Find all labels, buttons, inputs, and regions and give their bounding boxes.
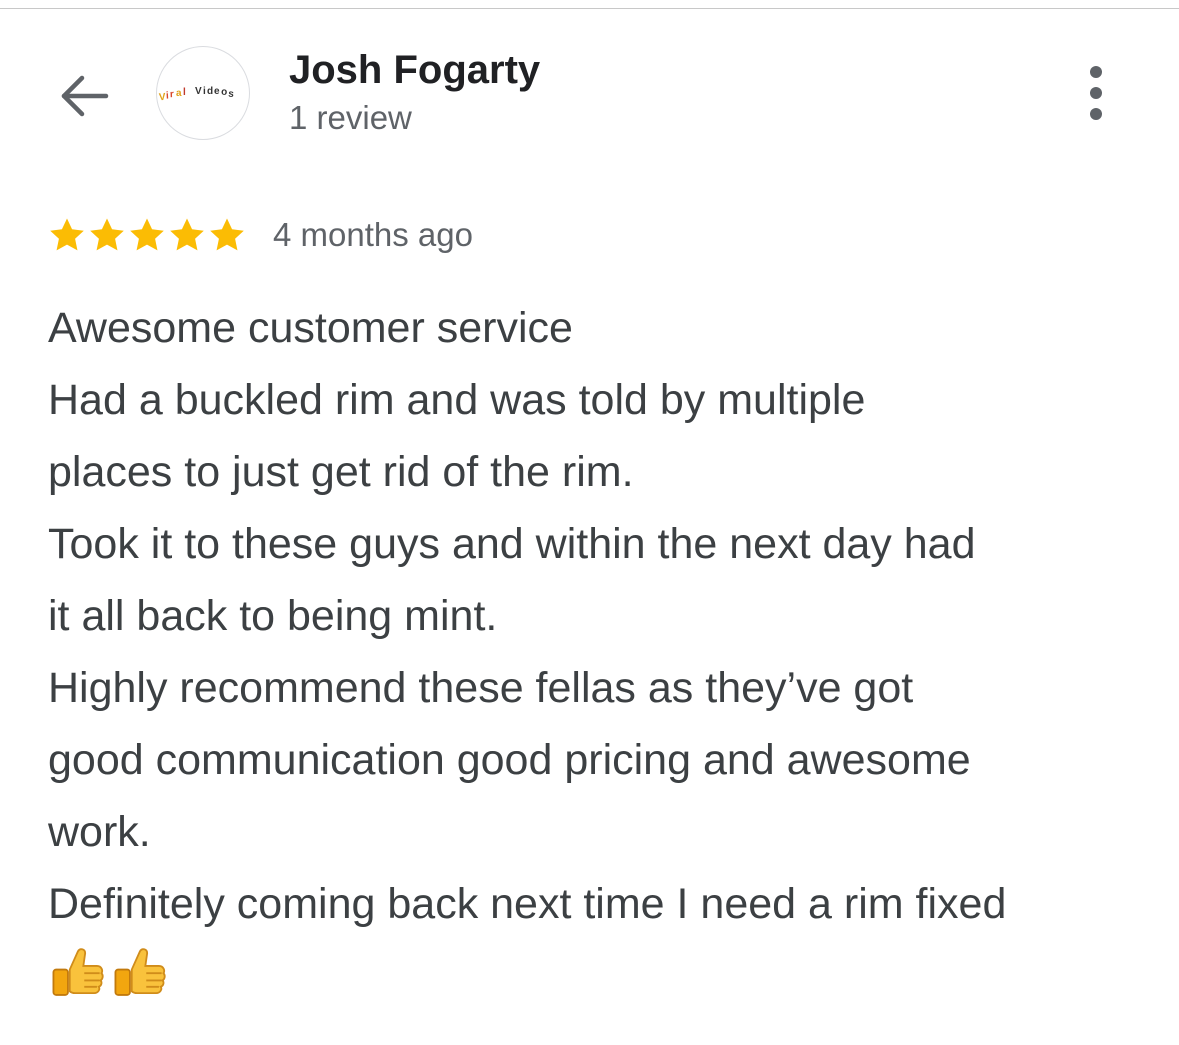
svg-text:a: a	[176, 88, 182, 99]
star-filled-icon	[170, 218, 204, 251]
review-line: Had a buckled rim and was told by multip…	[48, 376, 866, 424]
star-filled-icon	[130, 218, 164, 251]
thumbs-up-emoji	[52, 948, 104, 996]
svg-text:o: o	[221, 87, 228, 98]
star-filled-icon	[210, 218, 244, 251]
svg-text:i: i	[166, 90, 170, 101]
review-line: places to just get rid of the rim.	[48, 448, 634, 496]
reviewer-name[interactable]: Josh Fogarty	[289, 46, 540, 94]
svg-text:l: l	[183, 87, 186, 98]
avatar-logo-image: V i r a l V i d e o s	[159, 86, 235, 103]
star-filled-icon	[90, 218, 124, 251]
svg-text:e: e	[214, 86, 220, 97]
thumbs-up-emoji	[114, 948, 166, 996]
svg-text:V: V	[195, 86, 202, 97]
back-button[interactable]	[52, 64, 116, 128]
review-count: 1 review	[289, 99, 412, 136]
review-line: good communication good pricing and awes…	[48, 736, 971, 784]
svg-text:d: d	[207, 86, 213, 97]
star-rating	[48, 216, 246, 254]
more-options-button[interactable]	[1068, 60, 1124, 126]
arrow-back-icon	[61, 75, 109, 117]
emoji-row	[48, 946, 1158, 1004]
review-date: 4 months ago	[273, 216, 473, 253]
review-text: Awesome customer service Had a buckled ri…	[48, 292, 1158, 1004]
star-filled-icon	[50, 218, 84, 251]
review-line: Highly recommend these fellas as they’ve…	[48, 664, 914, 712]
review-line: it all back to being mint.	[48, 592, 498, 640]
svg-text:s: s	[228, 89, 235, 101]
avatar[interactable]: V i r a l V i d e o s	[156, 46, 250, 140]
review-line: Definitely coming back next time I need …	[48, 880, 1007, 928]
svg-text:i: i	[203, 86, 206, 97]
rating-row: 4 months ago	[48, 214, 473, 256]
svg-text:r: r	[170, 89, 174, 100]
review-line: Awesome customer service	[48, 304, 573, 352]
review-line: work.	[48, 808, 151, 856]
review-line: Took it to these guys and within the nex…	[48, 520, 976, 568]
top-divider	[0, 8, 1179, 9]
more-vertical-icon	[1090, 66, 1102, 120]
